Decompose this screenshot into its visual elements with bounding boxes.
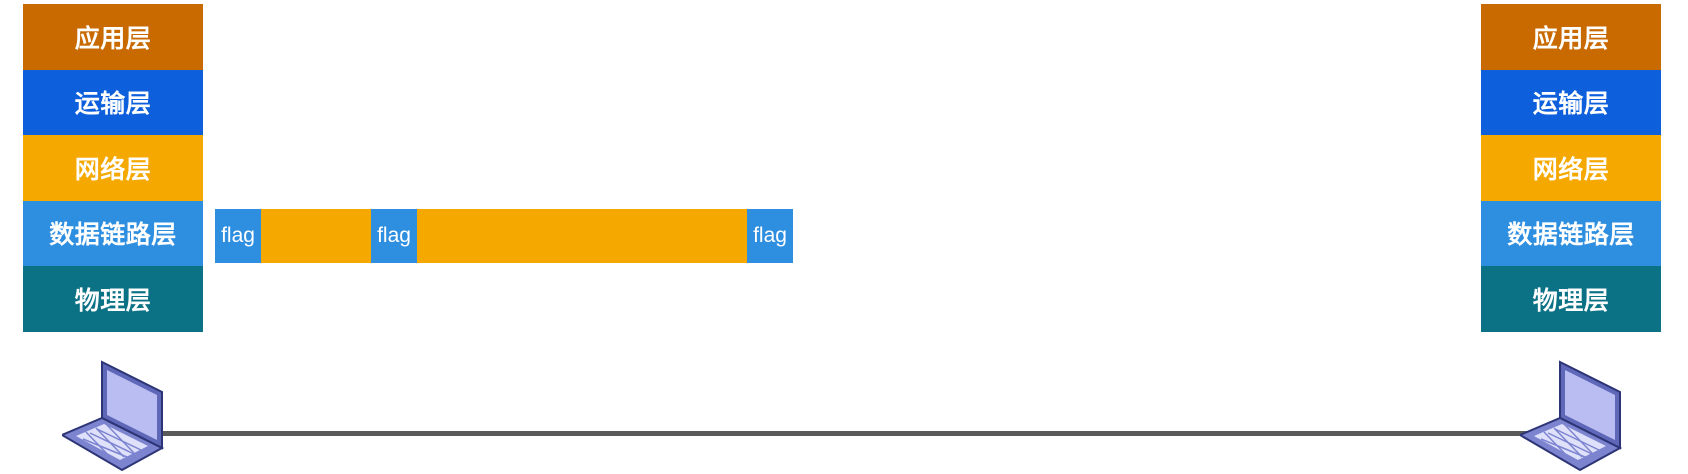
data-link-frame: flag flag flag bbox=[215, 209, 793, 263]
laptop-icon bbox=[1520, 360, 1623, 472]
right-layer-network: 网络层 bbox=[1481, 135, 1661, 201]
laptop-icon bbox=[62, 360, 165, 472]
left-layer-application: 应用层 bbox=[23, 4, 203, 70]
right-layer-datalink: 数据链路层 bbox=[1481, 200, 1661, 266]
left-layer-datalink: 数据链路层 bbox=[23, 200, 203, 266]
frame-flag-end: flag bbox=[747, 209, 793, 263]
right-protocol-stack: 应用层 运输层 网络层 数据链路层 物理层 bbox=[1481, 4, 1661, 332]
right-layer-transport: 运输层 bbox=[1481, 69, 1661, 135]
left-layer-physical: 物理层 bbox=[23, 266, 203, 332]
left-layer-network: 网络层 bbox=[23, 135, 203, 201]
left-layer-transport: 运输层 bbox=[23, 69, 203, 135]
physical-link-line bbox=[150, 431, 1542, 436]
frame-data-segment-2 bbox=[417, 209, 747, 263]
frame-flag-start: flag bbox=[215, 209, 261, 263]
right-layer-application: 应用层 bbox=[1481, 4, 1661, 70]
frame-flag-middle: flag bbox=[371, 209, 417, 263]
frame-data-segment-1 bbox=[261, 209, 371, 263]
left-protocol-stack: 应用层 运输层 网络层 数据链路层 物理层 bbox=[23, 4, 203, 332]
right-layer-physical: 物理层 bbox=[1481, 266, 1661, 332]
